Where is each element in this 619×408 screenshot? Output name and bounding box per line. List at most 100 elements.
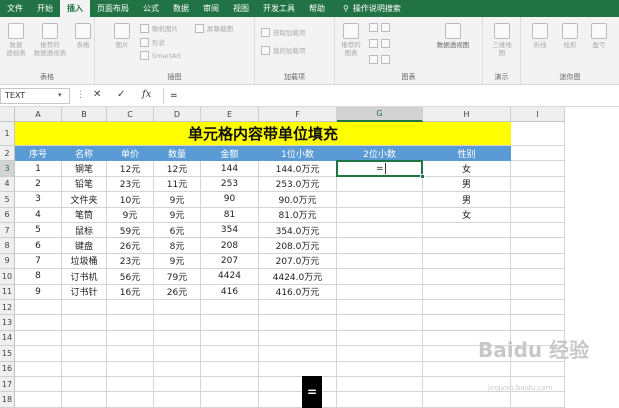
row-header-18[interactable]: 18 — [0, 392, 15, 408]
pivot-chart-button[interactable]: 数据透视图 — [429, 23, 477, 49]
cell[interactable] — [201, 300, 259, 316]
table-cell[interactable]: 女 — [423, 161, 511, 177]
check-icon[interactable]: ✓ — [117, 89, 125, 100]
row-header-11[interactable]: 11 — [0, 284, 15, 300]
cell[interactable] — [62, 315, 107, 331]
cell[interactable] — [62, 330, 107, 347]
table-cell[interactable] — [337, 176, 423, 193]
table-cell[interactable] — [337, 238, 423, 254]
table-cell[interactable]: 208.0万元 — [259, 238, 337, 254]
table-cell[interactable]: 男 — [423, 192, 511, 208]
table-cell[interactable]: 6 — [15, 238, 62, 254]
table-cell[interactable]: 144 — [201, 161, 259, 177]
table-cell[interactable]: 208 — [201, 238, 259, 254]
cell[interactable] — [423, 392, 511, 408]
cell[interactable] — [337, 300, 423, 316]
column-header-c[interactable]: C — [107, 107, 154, 122]
table-cell[interactable] — [423, 223, 511, 239]
table-cell[interactable]: 8元 — [154, 238, 201, 254]
table-cell[interactable]: 鼠标 — [62, 223, 107, 239]
cell[interactable] — [107, 346, 154, 362]
sheet-title[interactable]: 单元格内容带单位填充 — [15, 122, 511, 146]
cell[interactable] — [154, 392, 201, 408]
table-cell[interactable]: 23元 — [107, 176, 154, 193]
pictures-button[interactable]: 图片 — [111, 23, 133, 49]
cell[interactable] — [154, 361, 201, 377]
cell[interactable] — [107, 377, 154, 393]
cell[interactable] — [259, 330, 337, 347]
cell[interactable] — [201, 377, 259, 393]
column-header-h[interactable]: H — [423, 107, 511, 122]
row-header-16[interactable]: 16 — [0, 361, 15, 377]
row-header-5[interactable]: 5 — [0, 192, 15, 208]
table-cell[interactable]: 9元 — [154, 207, 201, 223]
table-cell[interactable]: 9元 — [107, 207, 154, 223]
cell[interactable] — [154, 346, 201, 362]
line-chart-button[interactable] — [369, 39, 390, 48]
table-cell[interactable] — [423, 253, 511, 270]
table-cell[interactable]: 男 — [423, 176, 511, 193]
cell[interactable] — [62, 300, 107, 316]
column-header-e[interactable]: E — [201, 107, 259, 122]
row-header-12[interactable]: 12 — [0, 300, 15, 316]
column-label[interactable]: 数量 — [154, 146, 201, 162]
3d-map-button[interactable]: 三维地 图 — [489, 23, 515, 57]
table-cell[interactable]: 1 — [15, 161, 62, 177]
table-cell[interactable]: 11元 — [154, 176, 201, 193]
table-cell[interactable]: 9 — [15, 284, 62, 300]
table-cell[interactable] — [337, 192, 423, 208]
table-button[interactable]: 表格 — [73, 23, 93, 49]
row-header-15[interactable]: 15 — [0, 346, 15, 362]
tab-0[interactable]: 文件 — [0, 0, 30, 17]
cell[interactable] — [511, 361, 565, 377]
column-header-a[interactable]: A — [15, 107, 62, 122]
table-cell[interactable]: 23元 — [107, 253, 154, 270]
table-cell[interactable]: 订书机 — [62, 269, 107, 285]
fill-handle[interactable] — [420, 173, 425, 179]
table-cell[interactable]: 253 — [201, 176, 259, 193]
cell[interactable] — [337, 361, 423, 377]
cell[interactable] — [511, 284, 565, 300]
cell[interactable] — [15, 377, 62, 393]
tab-2[interactable]: 插入 — [60, 0, 90, 17]
column-label[interactable]: 名称 — [62, 146, 107, 162]
my-addins-button[interactable]: 我的加载项 — [261, 45, 306, 55]
sparkline-winloss-button[interactable]: 盈亏 — [588, 23, 610, 49]
cell[interactable] — [337, 330, 423, 347]
cell[interactable] — [423, 300, 511, 316]
table-cell[interactable]: 81.0万元 — [259, 207, 337, 223]
table-cell[interactable]: 12元 — [154, 161, 201, 177]
column-header-f[interactable]: F — [259, 107, 337, 122]
table-cell[interactable]: 10元 — [107, 192, 154, 208]
table-cell[interactable]: 女 — [423, 207, 511, 223]
row-header-9[interactable]: 9 — [0, 253, 15, 270]
table-cell[interactable]: 12元 — [107, 161, 154, 177]
table-cell[interactable]: 416 — [201, 284, 259, 300]
table-cell[interactable]: 416.0万元 — [259, 284, 337, 300]
cell[interactable] — [15, 300, 62, 316]
cell[interactable] — [62, 377, 107, 393]
row-header-6[interactable]: 6 — [0, 207, 15, 223]
cell[interactable] — [107, 361, 154, 377]
cell[interactable] — [423, 315, 511, 331]
table-cell[interactable]: 4424 — [201, 269, 259, 285]
screenshot-button[interactable]: 屏幕截图 — [195, 23, 233, 33]
row-header-14[interactable]: 14 — [0, 330, 15, 347]
table-cell[interactable]: 铅笔 — [62, 176, 107, 193]
cell[interactable] — [511, 122, 565, 146]
cell[interactable] — [511, 300, 565, 316]
tab-5[interactable]: 数据 — [166, 0, 196, 17]
table-cell[interactable] — [337, 207, 423, 223]
table-cell[interactable]: 文件夹 — [62, 192, 107, 208]
cell[interactable] — [511, 192, 565, 208]
cell[interactable] — [201, 315, 259, 331]
column-header-d[interactable]: D — [154, 107, 201, 122]
table-cell[interactable]: 2 — [15, 176, 62, 193]
table-cell[interactable]: 9元 — [154, 253, 201, 270]
cell[interactable] — [62, 392, 107, 408]
cell[interactable] — [201, 330, 259, 347]
table-cell[interactable] — [423, 238, 511, 254]
row-header-4[interactable]: 4 — [0, 176, 15, 193]
table-cell[interactable]: 59元 — [107, 223, 154, 239]
column-header-g[interactable]: G — [337, 107, 423, 122]
